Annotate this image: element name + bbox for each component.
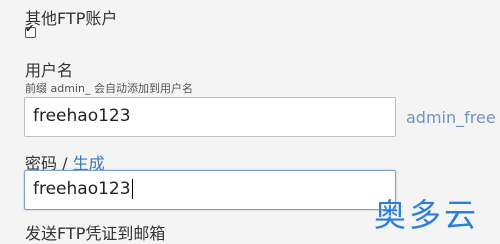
username-input-value: freehao123 [33,106,131,126]
send-ftp-credentials-label: 发送FTP凭证到邮箱 [25,224,166,243]
watermark-logo: 奥多云 [374,196,480,234]
username-prefix-preview: admin_free [406,108,496,127]
username-input[interactable]: freehao123 [24,97,396,137]
password-input[interactable]: freehao123 [24,170,396,210]
username-label: 用户名 [25,61,74,80]
other-ftp-accounts-checkbox[interactable]: ✔ [25,23,36,38]
username-hint: 前缀 admin_ 会自动添加到用户名 [25,82,193,95]
checkmark-icon: ✔ [25,22,35,35]
text-caret [131,179,133,199]
other-ftp-accounts-label: 其他FTP账户 [25,9,118,28]
password-input-value: freehao123 [33,179,131,199]
